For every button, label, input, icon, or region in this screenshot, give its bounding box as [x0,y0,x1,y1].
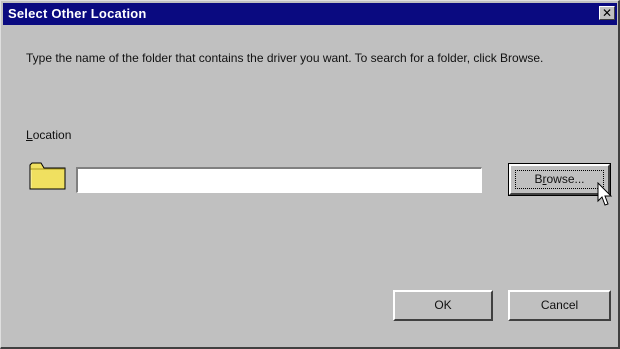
location-label-rest: ocation [32,128,72,142]
dialog-title: Select Other Location [8,6,147,21]
instructions-text: Type the name of the folder that contain… [26,51,544,65]
location-input[interactable] [76,167,482,193]
title-bar[interactable]: Select Other Location ✕ [3,3,617,25]
ok-button[interactable]: OK [393,290,493,321]
mouse-pointer-icon [597,182,613,206]
close-icon: ✕ [601,6,613,20]
location-label-accelerator: L [26,128,33,142]
cancel-button[interactable]: Cancel [508,290,611,321]
focus-rectangle [515,170,604,189]
browse-button[interactable]: Browse... [508,163,611,196]
location-label: Location [26,128,71,142]
select-other-location-dialog: Select Other Location ✕ Type the name of… [0,0,620,349]
folder-icon [29,162,66,190]
ok-button-label: OK [434,298,452,312]
cancel-button-label: Cancel [540,298,579,312]
close-button[interactable]: ✕ [599,6,615,20]
